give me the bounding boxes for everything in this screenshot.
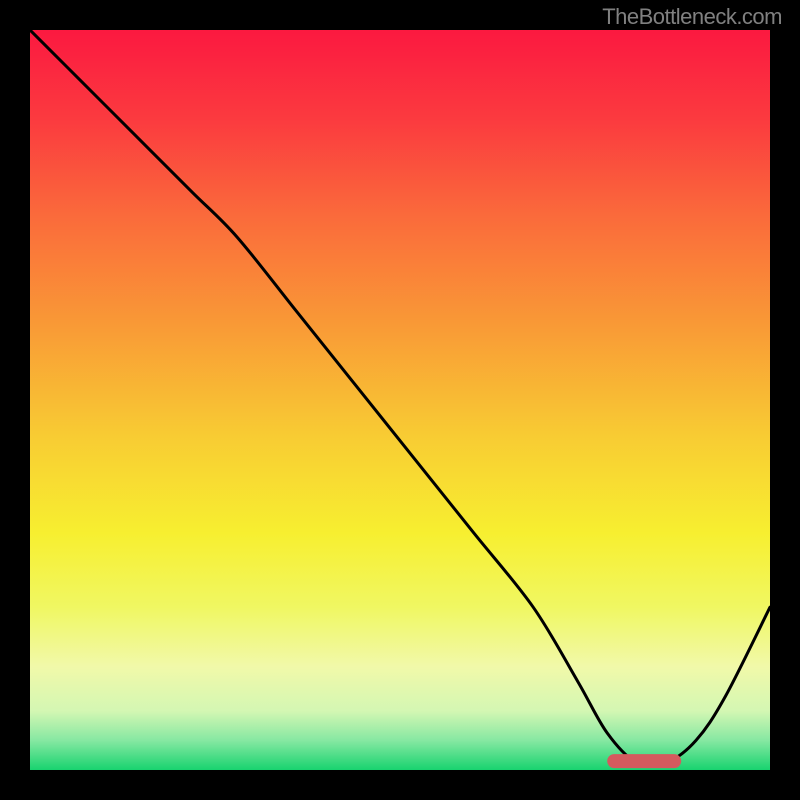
chart-plot-area: [30, 30, 770, 770]
bottleneck-chart: [30, 30, 770, 770]
attribution-text: TheBottleneck.com: [602, 4, 782, 30]
optimal-marker: [607, 754, 681, 768]
